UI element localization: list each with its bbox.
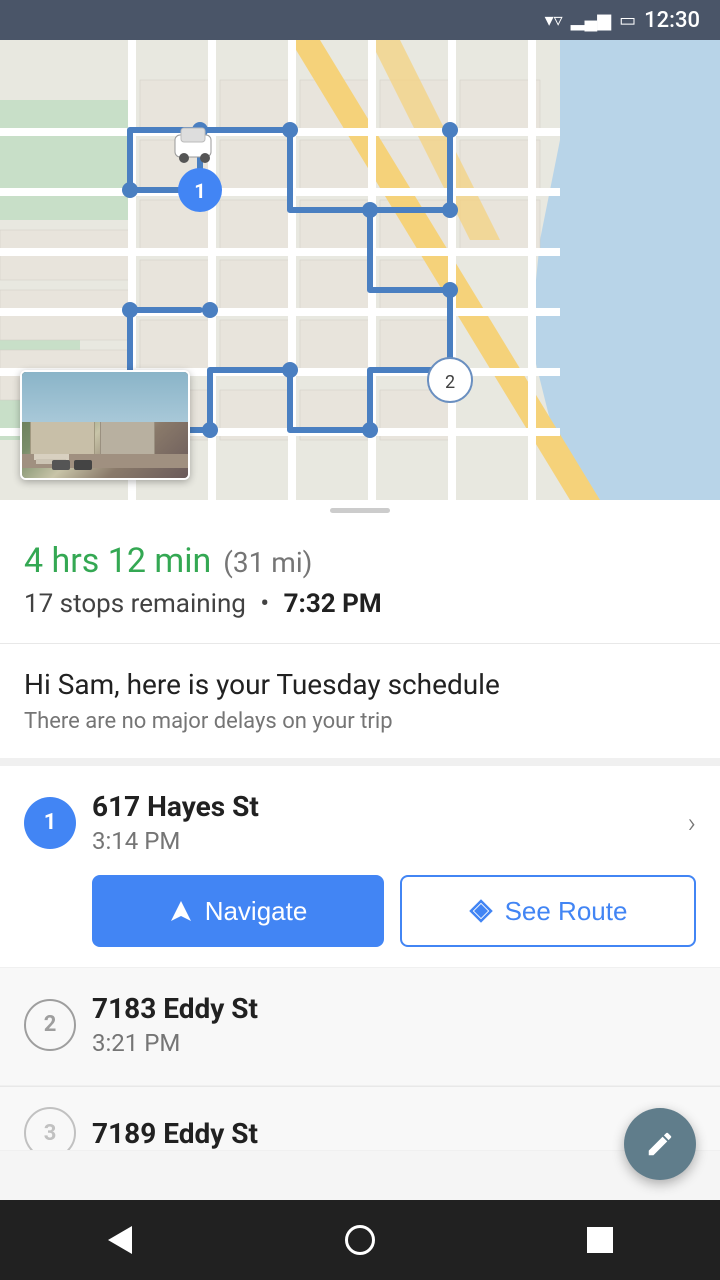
- stop-info-2: 7183 Eddy St 3:21 PM: [92, 992, 696, 1057]
- battery-icon: ▭: [619, 10, 636, 31]
- route-icon: [469, 899, 493, 923]
- back-icon: [108, 1226, 132, 1254]
- stop-time-2: 3:21 PM: [92, 1029, 696, 1057]
- message-subtitle: There are no major delays on your trip: [24, 709, 696, 734]
- bottom-nav: [0, 1200, 720, 1280]
- street-thumbnail[interactable]: [20, 370, 190, 480]
- status-bar: ▾▿ ▂▄▆ ▭ 12:30: [0, 0, 720, 40]
- home-button[interactable]: [320, 1210, 400, 1270]
- stop-item-3-partial: 3 7189 Eddy St: [0, 1086, 720, 1151]
- stop-info-3: 7189 Eddy St: [92, 1117, 696, 1150]
- stop-address-3: 7189 Eddy St: [92, 1117, 696, 1150]
- stop-address-1: 617 Hayes St: [92, 790, 672, 823]
- stop-header-2[interactable]: 2 7183 Eddy St 3:21 PM: [24, 992, 696, 1057]
- stop-badge-2: 2: [24, 999, 76, 1051]
- stop-header-3: 3 7189 Eddy St: [24, 1107, 696, 1151]
- drag-handle-bar: [330, 508, 390, 513]
- home-icon: [345, 1225, 375, 1255]
- back-button[interactable]: [80, 1210, 160, 1270]
- stops-remaining: 17 stops remaining: [24, 589, 246, 619]
- edit-fab[interactable]: [624, 1108, 696, 1180]
- stop-item-2: 2 7183 Eddy St 3:21 PM: [0, 968, 720, 1086]
- svg-text:2: 2: [445, 372, 455, 393]
- svg-text:1: 1: [194, 179, 205, 203]
- distance: (31 mi): [223, 546, 312, 579]
- eta-time: 7:32 PM: [284, 589, 382, 619]
- navigate-icon: [169, 899, 193, 923]
- stop-item-1: 1 617 Hayes St 3:14 PM › Navigate S: [0, 766, 720, 968]
- stop-header-1[interactable]: 1 617 Hayes St 3:14 PM ›: [24, 790, 696, 855]
- signal-icon: ▂▄▆: [571, 10, 611, 31]
- stop-badge-3: 3: [24, 1107, 76, 1151]
- stop-badge-1: 1: [24, 797, 76, 849]
- drag-handle[interactable]: [0, 500, 720, 521]
- stop-time-1: 3:14 PM: [92, 827, 672, 855]
- stops-dot: •: [260, 589, 269, 619]
- status-time: 12:30: [644, 8, 700, 33]
- navigate-button[interactable]: Navigate: [92, 875, 384, 947]
- status-icons: ▾▿ ▂▄▆ ▭ 12:30: [545, 8, 700, 33]
- stop-icon: [587, 1227, 613, 1253]
- message-section: Hi Sam, here is your Tuesday schedule Th…: [0, 644, 720, 766]
- edit-icon: [645, 1129, 675, 1159]
- message-title: Hi Sam, here is your Tuesday schedule: [24, 668, 696, 701]
- action-buttons: Navigate See Route: [92, 875, 696, 947]
- see-route-button[interactable]: See Route: [400, 875, 696, 947]
- travel-time: 4 hrs 12 min: [24, 541, 211, 581]
- stop-info-1: 617 Hayes St 3:14 PM: [92, 790, 672, 855]
- info-section: 4 hrs 12 min (31 mi) 17 stops remaining …: [0, 521, 720, 644]
- stop-address-2: 7183 Eddy St: [92, 992, 696, 1025]
- map-container[interactable]: 1 2: [0, 40, 720, 500]
- stops-list: 1 617 Hayes St 3:14 PM › Navigate S: [0, 766, 720, 1151]
- wifi-icon: ▾▿: [545, 10, 563, 31]
- stops-row: 17 stops remaining • 7:32 PM: [24, 589, 696, 619]
- stop-button[interactable]: [560, 1210, 640, 1270]
- stop-chevron-1[interactable]: ›: [688, 806, 696, 839]
